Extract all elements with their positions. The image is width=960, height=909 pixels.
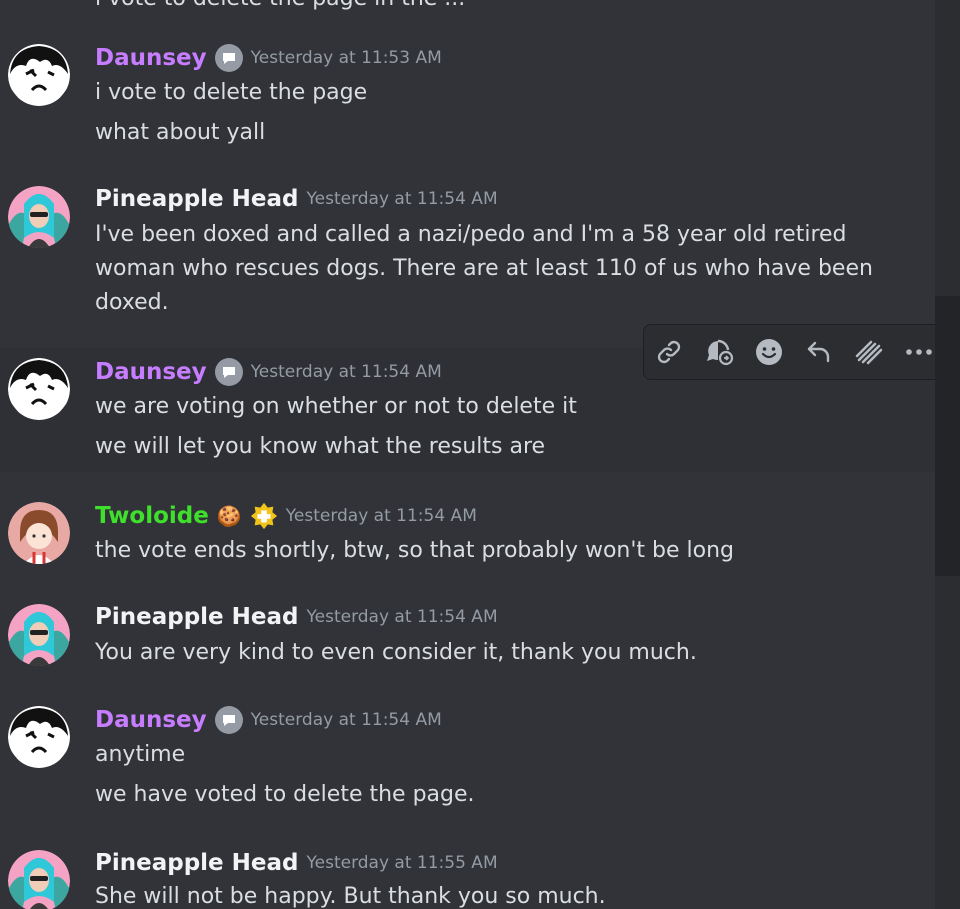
timestamp[interactable]: Yesterday at 11:54 AM xyxy=(286,506,477,526)
message-group: Pineapple Head Yesterday at 11:54 AM I'v… xyxy=(0,180,935,320)
message-text: what about yall xyxy=(95,120,266,145)
author-name[interactable]: Pineapple Head xyxy=(95,850,299,876)
link-icon[interactable] xyxy=(649,332,689,372)
message-text: the vote ends shortly, btw, so that prob… xyxy=(95,538,734,563)
avatar[interactable] xyxy=(8,186,70,248)
cookie-emoji-icon: 🍪 xyxy=(216,504,242,528)
avatar-daunsey-icon xyxy=(8,706,70,768)
timestamp[interactable]: Yesterday at 11:54 AM xyxy=(307,189,498,209)
author-name[interactable]: Daunsey xyxy=(95,45,207,71)
thread-icon[interactable] xyxy=(699,332,739,372)
more-icon[interactable] xyxy=(899,332,935,372)
message-hover-toolbar xyxy=(643,324,935,380)
member-list-panel xyxy=(935,690,960,909)
timestamp[interactable]: Yesterday at 11:54 AM xyxy=(307,607,498,627)
message-group: Twoloide 🍪 Yesterday at 11:54 AM the vot… xyxy=(0,494,935,584)
message-text: i vote to delete the page xyxy=(95,80,368,105)
message-text: doxed. xyxy=(95,290,169,315)
author-name[interactable]: Pineapple Head xyxy=(95,604,299,630)
author-name[interactable]: Pineapple Head xyxy=(95,186,299,212)
avatar[interactable] xyxy=(8,44,70,106)
avatar-pineapple-head-icon xyxy=(8,186,70,248)
avatar-twoloide-icon xyxy=(8,502,70,564)
message-text: You are very kind to even consider it, t… xyxy=(95,640,697,665)
message-group: Daunsey Yesterday at 11:54 AM anytime we… xyxy=(0,698,935,822)
avatar[interactable] xyxy=(8,604,70,666)
author-name[interactable]: Twoloide xyxy=(95,503,209,529)
message-text: we have voted to delete the page. xyxy=(95,782,475,807)
avatar[interactable] xyxy=(8,358,70,420)
message-text: I've been doxed and called a nazi/pedo a… xyxy=(95,222,847,247)
avatar[interactable] xyxy=(8,502,70,564)
role-badge-icon[interactable] xyxy=(214,358,243,386)
avatar-pineapple-head-icon xyxy=(8,850,70,909)
message-text: She will not be happy. But thank you so … xyxy=(95,884,606,909)
member-list-panel xyxy=(935,296,960,576)
message-text: we are voting on whether or not to delet… xyxy=(95,394,577,419)
mark-icon[interactable] xyxy=(849,332,889,372)
reply-icon[interactable] xyxy=(799,332,839,372)
message-group: Daunsey Yesterday at 11:53 AM i vote to … xyxy=(0,36,935,156)
message-text: anytime xyxy=(95,742,186,767)
avatar-pineapple-head-icon xyxy=(8,604,70,666)
emoji-icon[interactable] xyxy=(749,332,789,372)
avatar[interactable] xyxy=(8,706,70,768)
message-group: Pineapple Head Yesterday at 11:55 AM She… xyxy=(0,844,935,909)
author-name[interactable]: Daunsey xyxy=(95,707,207,733)
author-name[interactable]: Daunsey xyxy=(95,359,207,385)
timestamp[interactable]: Yesterday at 11:54 AM xyxy=(251,362,442,382)
timestamp[interactable]: Yesterday at 11:53 AM xyxy=(251,48,442,68)
message-text: woman who rescues dogs. There are at lea… xyxy=(95,256,873,281)
booster-badge-icon[interactable] xyxy=(250,502,278,530)
message-text: we will let you know what the results ar… xyxy=(95,434,546,459)
role-badge-icon[interactable] xyxy=(214,44,243,72)
message-group: Pineapple Head Yesterday at 11:54 AM You… xyxy=(0,598,935,682)
avatar-daunsey-icon xyxy=(8,44,70,106)
chat-pane: i vote to delete the page in the ... Dau… xyxy=(0,0,935,909)
avatar-daunsey-icon xyxy=(8,358,70,420)
timestamp[interactable]: Yesterday at 11:54 AM xyxy=(251,710,442,730)
timestamp[interactable]: Yesterday at 11:55 AM xyxy=(307,853,498,873)
avatar[interactable] xyxy=(8,850,70,909)
role-badge-icon[interactable] xyxy=(214,706,243,734)
clipped-message-text: i vote to delete the page in the ... xyxy=(95,0,465,11)
